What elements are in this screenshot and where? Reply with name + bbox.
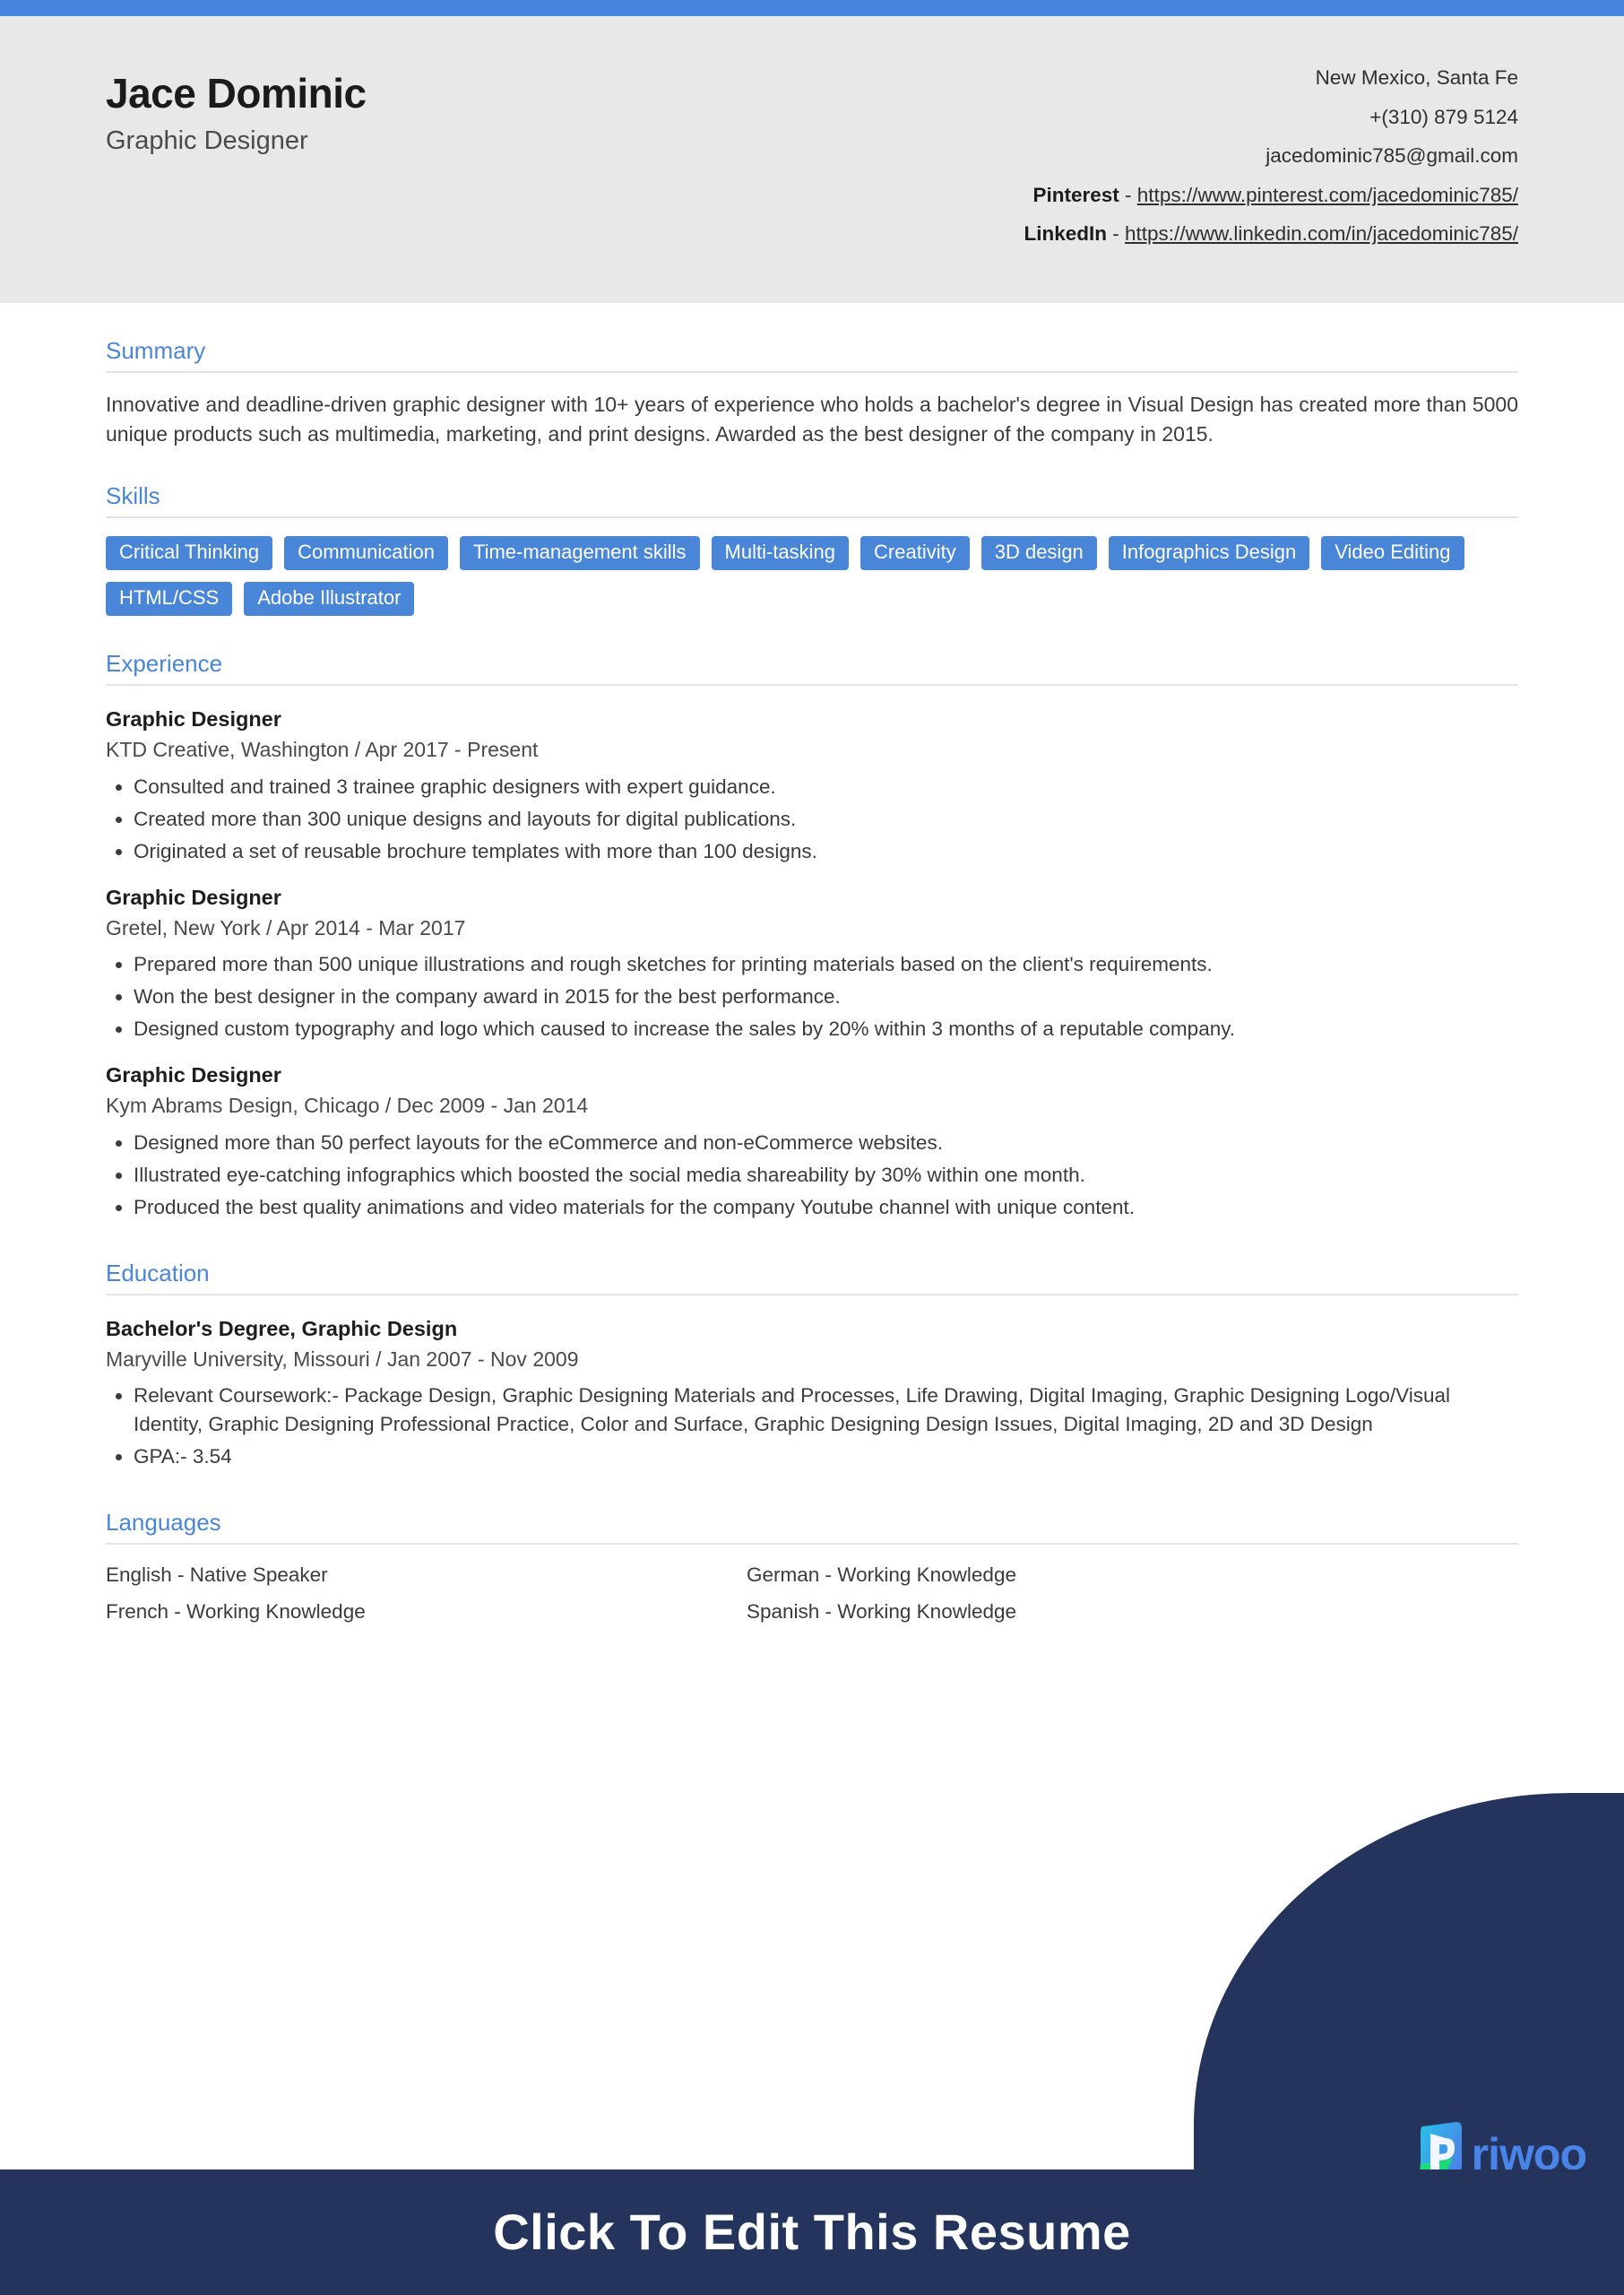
experience-divider xyxy=(106,684,1518,687)
skill-tag: 3D design xyxy=(980,536,1097,571)
skill-tag: Adobe Illustrator xyxy=(244,582,415,617)
pinterest-label: Pinterest xyxy=(1032,183,1119,206)
skill-tag: Time-management skills xyxy=(459,536,700,571)
section-experience: Experience Graphic Designer KTD Creative,… xyxy=(106,616,1518,1221)
entry-title: Graphic Designer xyxy=(106,707,281,732)
section-skills: Skills Critical Thinking Communication Tim… xyxy=(106,448,1518,617)
summary-heading: Summary xyxy=(106,337,206,364)
entry-bullet-list: Designed more than 50 perfect layouts fo… xyxy=(106,1129,1518,1222)
summary-text: Innovative and deadline-driven graphic d… xyxy=(106,393,1518,446)
language-item: English - Native Speaker xyxy=(106,1563,328,1586)
education-entry-list: Bachelor's Degree, Graphic Design Maryvil… xyxy=(106,1317,1518,1471)
entry-meta: KTD Creative, Washington / Apr 2017 - Pr… xyxy=(106,738,539,762)
entry-bullet: Relevant Coursework:- Package Design, Gr… xyxy=(116,1381,1518,1439)
entry-meta: Kym Abrams Design, Chicago / Dec 2009 - … xyxy=(106,1094,589,1118)
top-accent-bar xyxy=(0,0,1624,16)
section-education: Education Bachelor's Degree, Graphic Des… xyxy=(106,1225,1518,1471)
contact-pinterest: Pinterest - https://www.pinterest.com/ja… xyxy=(1024,183,1519,206)
contact-block: New Mexico, Santa Fe +(310) 879 5124 jac… xyxy=(1024,59,1518,245)
experience-heading: Experience xyxy=(106,650,223,678)
languages-divider xyxy=(106,1543,1518,1545)
resume-entry: Graphic Designer Kym Abrams Design, Chica… xyxy=(106,1063,1518,1221)
entry-bullet: Prepared more than 500 unique illustrati… xyxy=(116,950,1518,979)
pinterest-link[interactable]: https://www.pinterest.com/jacedominic785… xyxy=(1137,184,1518,206)
entry-bullet: Designed custom typography and logo whic… xyxy=(116,1015,1518,1044)
experience-entry-list: Graphic Designer KTD Creative, Washington… xyxy=(106,707,1518,1221)
skills-divider xyxy=(106,516,1518,519)
languages-grid: English - Native Speaker German - Working… xyxy=(106,1563,1387,1624)
language-item: German - Working Knowledge xyxy=(747,1563,1016,1586)
entry-bullet: Created more than 300 unique designs and… xyxy=(116,805,1518,834)
contact-linkedin: LinkedIn - https://www.linkedin.com/in/j… xyxy=(1024,222,1518,245)
entry-bullet: Originated a set of reusable brochure te… xyxy=(116,837,1518,866)
contact-location: New Mexico, Santa Fe xyxy=(1315,66,1518,89)
pinterest-separator: - xyxy=(1119,183,1137,206)
skill-tag: Communication xyxy=(284,536,448,571)
language-item: Spanish - Working Knowledge xyxy=(747,1600,1017,1623)
skill-tag: Critical Thinking xyxy=(106,536,273,571)
entry-bullet: Designed more than 50 perfect layouts fo… xyxy=(116,1129,1518,1157)
linkedin-separator: - xyxy=(1107,222,1126,245)
cta-label: Click To Edit This Resume xyxy=(493,2204,1131,2260)
entry-bullet-list: Prepared more than 500 unique illustrati… xyxy=(106,950,1518,1044)
candidate-name: Jace Dominic xyxy=(106,70,367,117)
entry-bullet: Illustrated eye-catching infographics wh… xyxy=(116,1161,1518,1190)
education-heading: Education xyxy=(106,1259,210,1286)
candidate-job-title: Graphic Designer xyxy=(106,126,308,156)
skills-tag-list: Critical Thinking Communication Time-manag… xyxy=(106,536,1518,617)
brand-blob-shape xyxy=(1194,1793,1624,2169)
education-divider xyxy=(106,1293,1518,1295)
linkedin-label: LinkedIn xyxy=(1024,222,1108,245)
edit-resume-cta-banner[interactable]: Click To Edit This Resume xyxy=(0,2169,1624,2295)
skill-tag: Infographics Design xyxy=(1108,536,1310,571)
entry-bullet: Won the best designer in the company awa… xyxy=(116,983,1518,1011)
entry-meta: Gretel, New York / Apr 2014 - Mar 2017 xyxy=(106,915,466,940)
resume-header: Jace Dominic Graphic Designer New Mexico… xyxy=(0,16,1624,303)
entry-title: Graphic Designer xyxy=(106,1063,281,1087)
contact-phone: +(310) 879 5124 xyxy=(1369,105,1518,128)
entry-bullet-list: Relevant Coursework:- Package Design, Gr… xyxy=(106,1381,1518,1471)
resume-entry: Graphic Designer Gretel, New York / Apr 2… xyxy=(106,886,1518,1044)
language-item: French - Working Knowledge xyxy=(106,1600,366,1623)
entry-bullet-list: Consulted and trained 3 trainee graphic … xyxy=(106,773,1518,866)
skill-tag: Video Editing xyxy=(1321,536,1464,571)
contact-email: jacedominic785@gmail.com xyxy=(1266,144,1518,167)
languages-heading: Languages xyxy=(106,1509,221,1536)
entry-title: Bachelor's Degree, Graphic Design xyxy=(106,1316,458,1340)
resume-body: Summary Innovative and deadline-driven g… xyxy=(0,303,1624,1624)
resume-entry: Graphic Designer KTD Creative, Washington… xyxy=(106,707,1518,865)
skills-heading: Skills xyxy=(106,482,160,510)
entry-bullet: GPA:- 3.54 xyxy=(116,1442,1518,1471)
entry-bullet: Produced the best quality animations and… xyxy=(116,1193,1518,1222)
skill-tag: Creativity xyxy=(860,536,970,571)
linkedin-link[interactable]: https://www.linkedin.com/in/jacedominic7… xyxy=(1125,222,1518,245)
summary-divider xyxy=(106,371,1518,373)
resume-entry: Bachelor's Degree, Graphic Design Maryvil… xyxy=(106,1317,1518,1471)
entry-title: Graphic Designer xyxy=(106,885,281,909)
skill-tag: Multi-tasking xyxy=(711,536,850,571)
identity-block: Jace Dominic Graphic Designer xyxy=(106,59,367,156)
entry-bullet: Consulted and trained 3 trainee graphic … xyxy=(116,773,1518,801)
section-summary: Summary Innovative and deadline-driven g… xyxy=(106,303,1518,448)
entry-meta: Maryville University, Missouri / Jan 200… xyxy=(106,1347,579,1371)
section-languages: Languages English - Native Speaker German… xyxy=(106,1475,1518,1624)
skill-tag: HTML/CSS xyxy=(106,582,233,617)
